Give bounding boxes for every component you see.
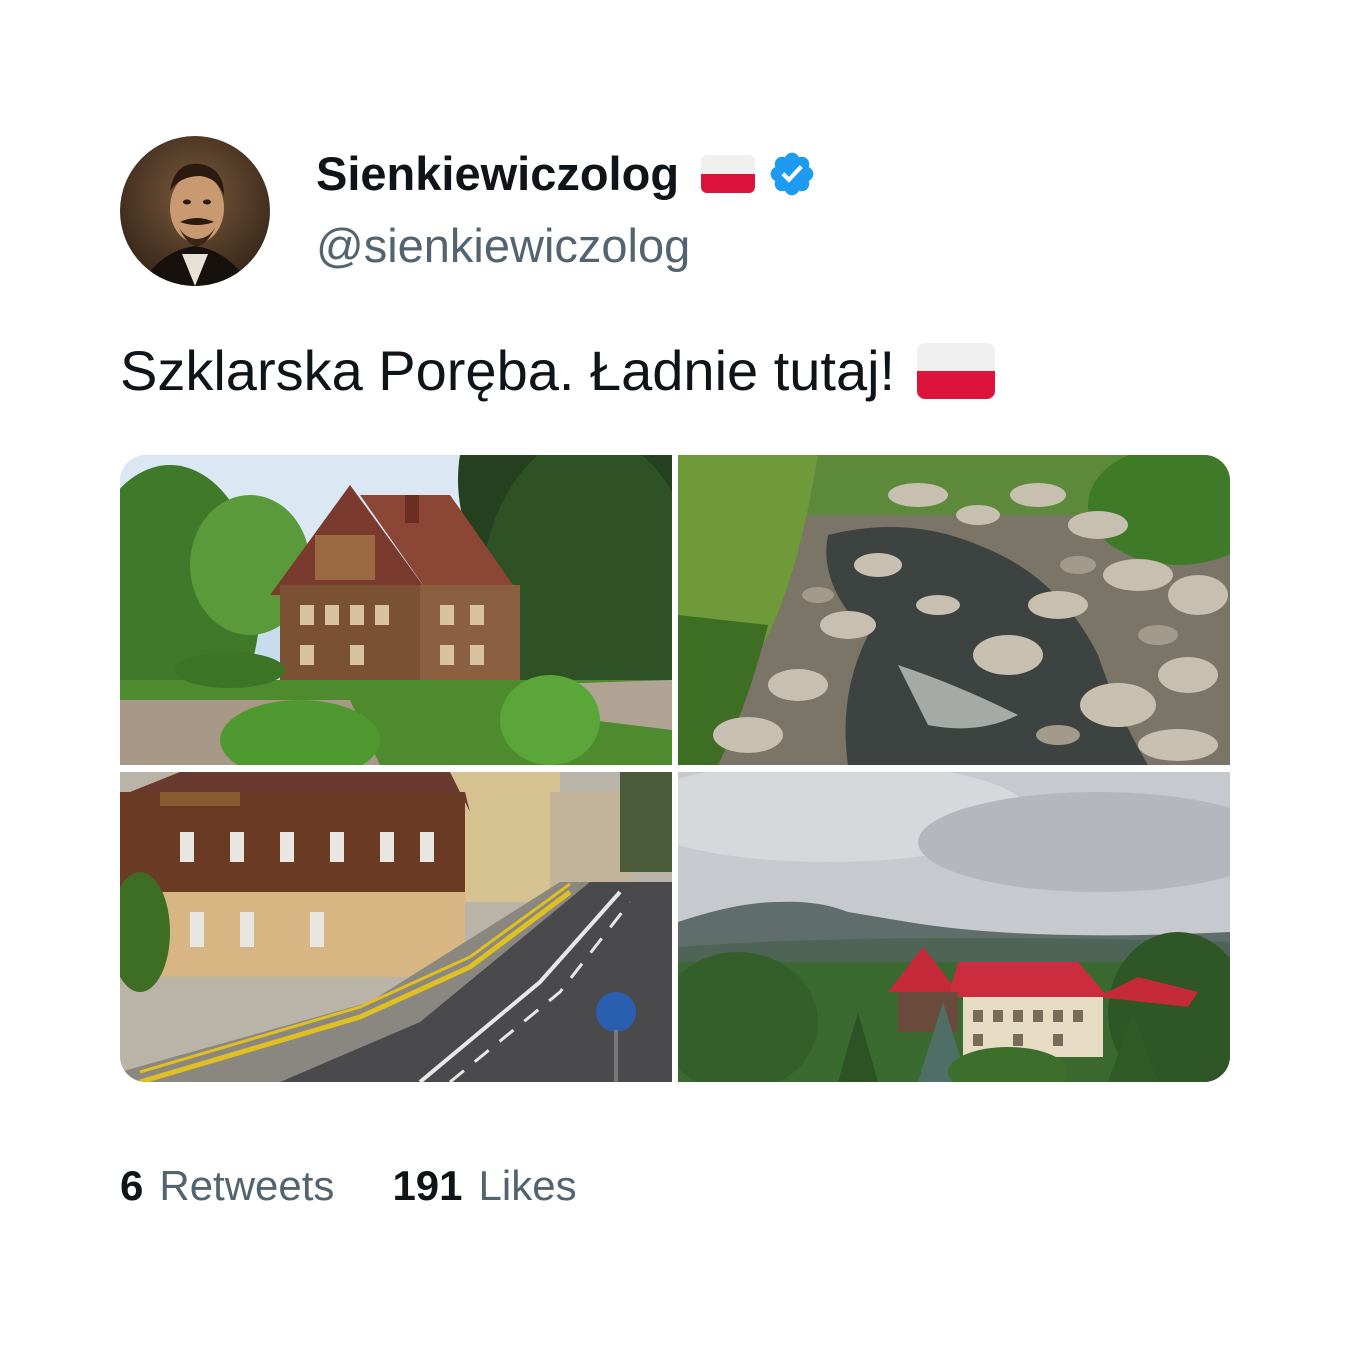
flag-poland-icon <box>701 154 756 193</box>
photo-wooden-villa[interactable] <box>120 455 672 765</box>
likes-label: Likes <box>478 1162 577 1209</box>
retweets-label: Retweets <box>159 1162 335 1209</box>
author-handle[interactable]: @sienkiewiczolog <box>316 218 690 273</box>
author-display-name[interactable]: Sienkiewiczolog <box>316 146 679 201</box>
likes-count: 191 <box>392 1162 463 1209</box>
photo-red-roof-buildings-mountains[interactable] <box>678 772 1230 1082</box>
author-name-row[interactable]: Sienkiewiczolog <box>316 146 817 201</box>
avatar[interactable] <box>120 136 270 286</box>
photo-rocky-river[interactable] <box>678 455 1230 765</box>
avatar-portrait-image <box>120 136 270 286</box>
engagement-stats: 6 Retweets 191 Likes <box>120 1162 577 1210</box>
flag-poland-icon <box>917 342 996 399</box>
verified-badge-icon <box>767 149 817 199</box>
tweet-text: Szklarska Poręba. Ładnie tutaj! <box>120 339 896 402</box>
likes-stat[interactable]: 191 Likes <box>392 1162 576 1210</box>
retweets-count: 6 <box>120 1162 144 1209</box>
tweet-text-row: Szklarska Poręba. Ładnie tutaj! <box>120 338 996 403</box>
photo-street-timber-house[interactable] <box>120 772 672 1082</box>
retweets-stat[interactable]: 6 Retweets <box>120 1162 334 1210</box>
media-grid <box>120 455 1230 1082</box>
